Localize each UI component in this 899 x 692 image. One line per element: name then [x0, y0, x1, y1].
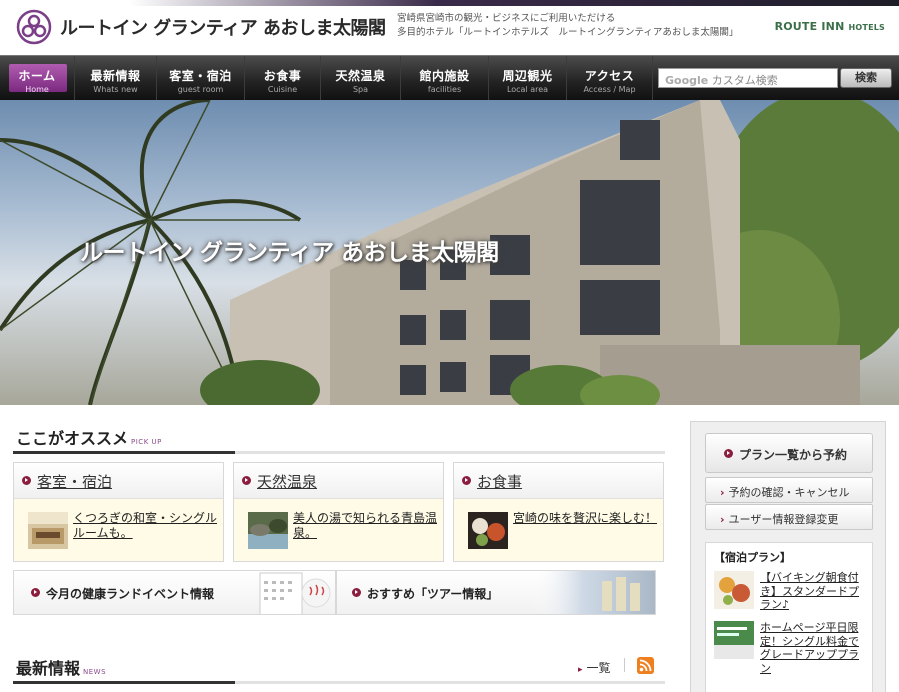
- rss-feed-icon[interactable]: [637, 657, 654, 674]
- news-section-title: 最新情報 NEWS: [16, 655, 106, 679]
- pickup-card-spa: 天然温泉 美人の湯で知られる青島温泉。: [233, 462, 444, 562]
- route-inn-brand-logo[interactable]: ROUTE INN HOTELS: [775, 20, 885, 33]
- card-description[interactable]: くつろぎの和室・シングルルームも。: [73, 511, 219, 541]
- pickup-title-en: PICK UP: [131, 438, 162, 446]
- arrow-bullet-icon: [462, 476, 471, 485]
- breakfast-plan-thumbnail-icon[interactable]: [714, 571, 754, 609]
- button-label: プラン一覧から予約: [739, 448, 848, 462]
- nav-sublabel: Spa: [352, 85, 369, 94]
- plan-item: ホームページ平日限定！シングル料金でグレードアッププラン: [714, 621, 870, 675]
- global-nav: ホーム Home 最新情報 Whats new 客室・宿泊 guest room…: [0, 55, 899, 101]
- banner-label: 今月の健康ランドイベント情報: [46, 587, 215, 601]
- site-logo-text[interactable]: ルートイン グランティア あおしま太陽閣: [60, 14, 386, 40]
- sidebar: プラン一覧から予約 予約の確認・キャンセル ユーザー情報登録変更 【宿泊プラン】…: [690, 421, 886, 692]
- nav-label: ホーム: [18, 69, 56, 83]
- nav-item-facilities[interactable]: 館内施設 facilities: [401, 56, 489, 101]
- pickup-title-rule: [13, 451, 665, 454]
- tour-thumbnail-icon: [532, 571, 655, 614]
- arrow-bullet-icon: [22, 476, 31, 485]
- banner-label: おすすめ「ツアー情報」: [367, 587, 499, 601]
- card-head-link[interactable]: 天然温泉: [234, 463, 443, 499]
- site-header: ルートイン グランティア あおしま太陽閣 宮崎県宮崎市の観光・ビジネスにご利用い…: [0, 0, 899, 55]
- arrow-bullet-icon: [724, 449, 733, 458]
- nav-item-access[interactable]: アクセス Access / Map: [567, 56, 653, 101]
- plan-link[interactable]: ホームページ平日限定！シングル料金でグレードアッププラン: [760, 621, 866, 675]
- pickup-section-title: ここがオススメ PICK UP: [16, 425, 162, 449]
- nav-sublabel: guest room: [177, 85, 224, 94]
- stay-plan-box: 【宿泊プラン】 【バイキング朝食付き】スタンダードプラン♪ ホームページ平日限定…: [705, 542, 873, 692]
- arrow-bullet-icon: [242, 476, 251, 485]
- nav-label: 館内施設: [419, 69, 470, 83]
- plan-item: 【バイキング朝食付き】スタンダードプラン♪: [714, 571, 870, 617]
- plan-link[interactable]: 【バイキング朝食付き】スタンダードプラン♪: [760, 571, 866, 612]
- nav-sublabel: Access / Map: [583, 85, 636, 94]
- reservation-confirm-cancel-button[interactable]: 予約の確認・キャンセル: [705, 477, 873, 503]
- nav-sublabel: Cuisine: [267, 85, 298, 94]
- nav-label: 周辺観光: [502, 69, 553, 83]
- nav-label: お食事: [263, 69, 302, 83]
- news-title-rule: [13, 681, 665, 684]
- hero-image: ルートイン グランティア あおしま太陽閣: [0, 100, 899, 405]
- card-description[interactable]: 宮崎の味を贅沢に楽しむ！: [513, 511, 659, 526]
- pickup-card-cuisine: お食事 宮崎の味を贅沢に楽しむ！: [453, 462, 664, 562]
- nav-label: 天然温泉: [335, 69, 386, 83]
- user-info-update-button[interactable]: ユーザー情報登録変更: [705, 504, 873, 530]
- nav-sublabel: Local area: [506, 85, 549, 94]
- pickup-card-rooms: 客室・宿泊 くつろぎの和室・シングルルームも。: [13, 462, 224, 562]
- arrow-bullet-icon: [352, 588, 361, 597]
- tagline-link-2[interactable]: 多目的ホテル「ルートインホテルズ ルートイングランティアあおしま太陽閣」: [397, 27, 738, 38]
- card-body: 美人の湯で知られる青島温泉。: [234, 499, 443, 561]
- header-tagline: 宮崎県宮崎市の観光・ビジネスにご利用いただける 多目的ホテル「ルートインホテルズ…: [397, 12, 738, 40]
- brand-name: ROUTE INN: [774, 20, 845, 33]
- room-thumbnail-icon[interactable]: [28, 512, 68, 549]
- single-upgrade-plan-thumbnail-icon[interactable]: [714, 621, 754, 659]
- tagline-link-1[interactable]: 宮崎県宮崎市の観光・ビジネスにご利用いただける: [397, 13, 615, 24]
- news-title-en: NEWS: [83, 668, 107, 676]
- nav-item-local-area[interactable]: 周辺観光 Local area: [489, 56, 567, 101]
- header-top-bar: [129, 0, 899, 6]
- nav-item-home[interactable]: ホーム Home: [0, 56, 75, 101]
- nav-item-news[interactable]: 最新情報 Whats new: [75, 56, 157, 101]
- nav-label: アクセス: [584, 69, 635, 83]
- search-placeholder: カスタム検索: [711, 74, 778, 87]
- nav-sublabel: facilities: [427, 85, 462, 94]
- nav-label: 最新情報: [90, 69, 141, 83]
- search-input[interactable]: Google カスタム検索: [658, 68, 838, 88]
- hero-title: ルートイン グランティア あおしま太陽閣: [80, 240, 499, 266]
- hotel-logo-icon[interactable]: [16, 8, 52, 46]
- card-body: 宮崎の味を贅沢に楽しむ！: [454, 499, 663, 561]
- spa-thumbnail-icon[interactable]: [248, 512, 288, 549]
- card-body: くつろぎの和室・シングルルームも。: [14, 499, 223, 561]
- brand-suffix: HOTELS: [848, 23, 885, 32]
- nav-sublabel: Home: [25, 85, 49, 94]
- google-search-logo: Google: [665, 74, 709, 87]
- nav-item-spa[interactable]: 天然温泉 Spa: [321, 56, 401, 101]
- divider: [624, 658, 625, 672]
- health-land-event-banner[interactable]: 今月の健康ランドイベント情報: [13, 570, 336, 615]
- card-description[interactable]: 美人の湯で知られる青島温泉。: [293, 511, 439, 541]
- nav-label: 客室・宿泊: [169, 69, 232, 83]
- card-head-link[interactable]: 客室・宿泊: [14, 463, 223, 499]
- pickup-title-text: ここがオススメ: [16, 429, 129, 448]
- plan-list-reserve-button[interactable]: プラン一覧から予約: [705, 433, 873, 473]
- recommended-tour-banner[interactable]: おすすめ「ツアー情報」: [336, 570, 656, 615]
- search-button[interactable]: 検索: [840, 68, 892, 88]
- news-list-link[interactable]: 一覧: [578, 659, 611, 676]
- nav-item-cuisine[interactable]: お食事 Cuisine: [245, 56, 321, 101]
- card-label: 客室・宿泊: [37, 473, 113, 491]
- card-label: 天然温泉: [257, 473, 318, 491]
- calendar-icon: [259, 572, 331, 614]
- news-title-text: 最新情報: [16, 659, 81, 678]
- cuisine-thumbnail-icon[interactable]: [468, 512, 508, 549]
- card-head-link[interactable]: お食事: [454, 463, 663, 499]
- plan-box-title: 【宿泊プラン】: [714, 551, 791, 564]
- nav-item-guest-room[interactable]: 客室・宿泊 guest room: [157, 56, 245, 101]
- card-label: お食事: [477, 473, 523, 491]
- nav-sublabel: Whats new: [93, 85, 138, 94]
- arrow-bullet-icon: [31, 588, 40, 597]
